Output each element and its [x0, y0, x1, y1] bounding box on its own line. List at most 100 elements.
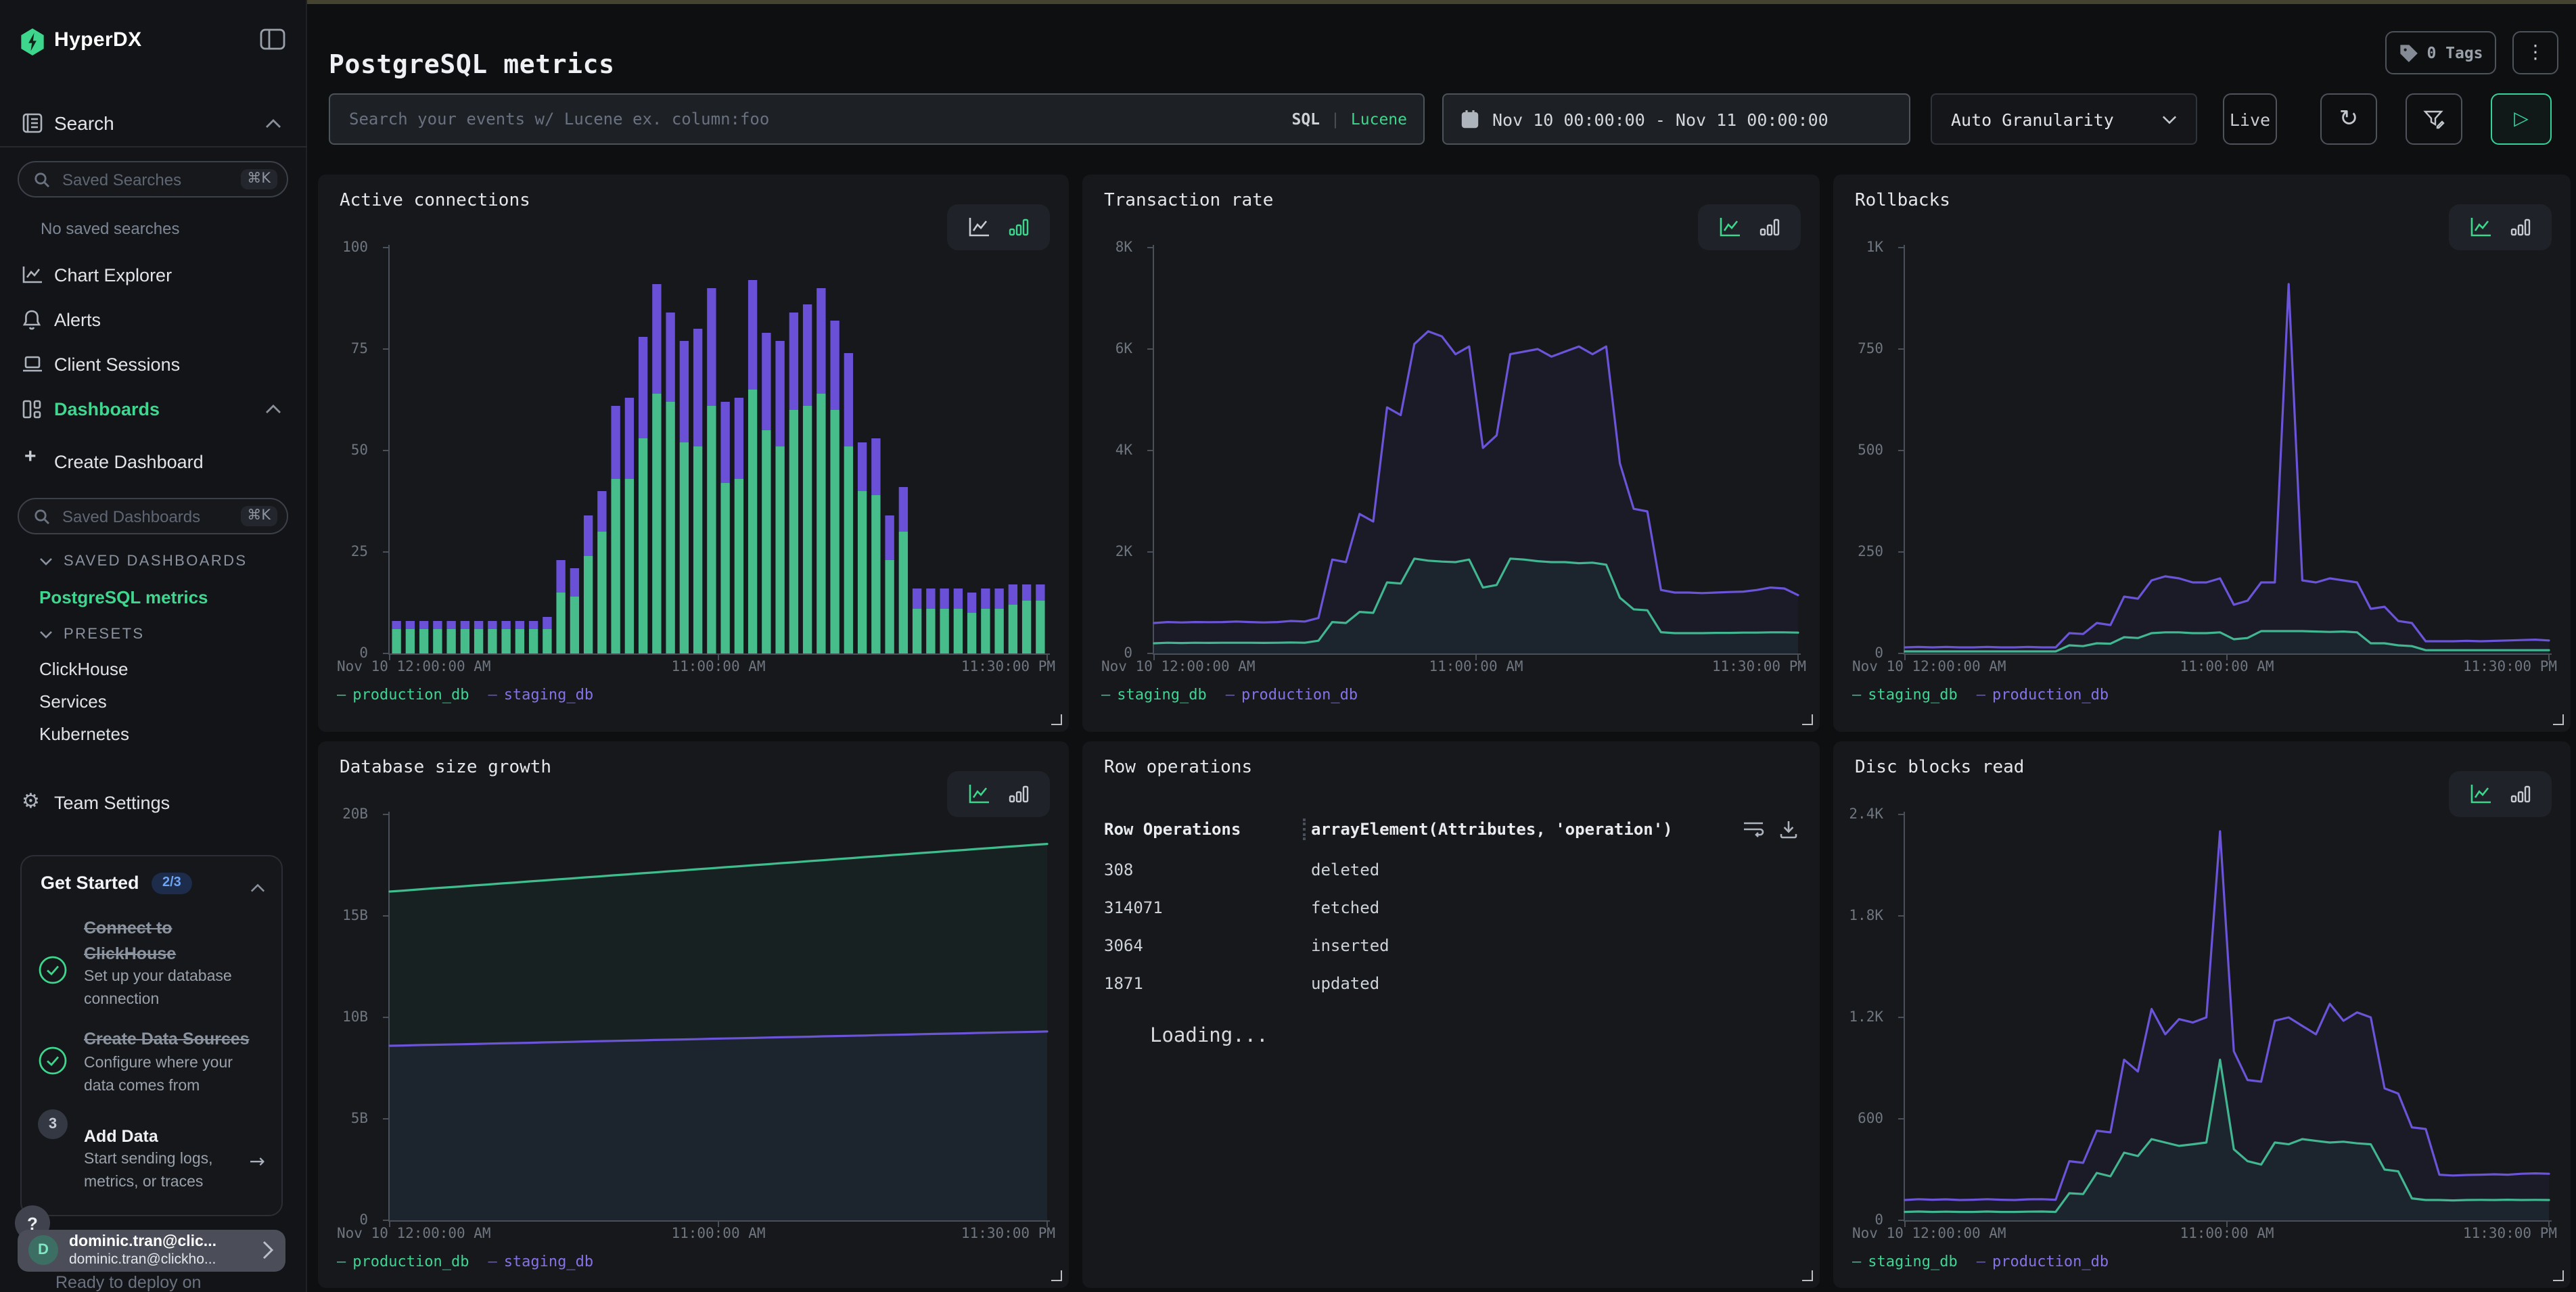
filter-button[interactable]	[2406, 93, 2462, 145]
get-started-step-title[interactable]: Add Data	[84, 1124, 268, 1150]
legend-item-staging_db[interactable]: —staging_db	[488, 1253, 593, 1270]
resize-handle[interactable]	[2553, 1270, 2564, 1281]
row-label: updated	[1311, 974, 1379, 993]
bar-chart-toggle-icon[interactable]	[1759, 216, 1780, 238]
date-range-picker[interactable]: Nov 10 00:00:00 - Nov 11 00:00:00	[1442, 93, 1910, 145]
legend-item-staging_db[interactable]: —staging_db	[1852, 1253, 1958, 1270]
shortcut-badge: ⌘K	[240, 507, 277, 526]
tags-button[interactable]: 0 Tags	[2385, 31, 2496, 74]
x-axis-tick-label: 11:00:00 AM	[2180, 1226, 2274, 1242]
granularity-select[interactable]: Auto Granularity	[1931, 93, 2197, 145]
more-options-button[interactable]: ⋮	[2512, 31, 2558, 74]
resize-handle[interactable]	[1051, 714, 1062, 725]
sidebar-item-alerts[interactable]: Alerts	[0, 304, 307, 334]
check-circle-icon	[38, 955, 68, 985]
sidebar-item-client-sessions[interactable]: Client Sessions	[0, 349, 307, 379]
x-axis-tick-label: 11:30:00 PM	[2463, 1226, 2557, 1242]
wrap-text-icon[interactable]	[1743, 820, 1764, 839]
line-chart-toggle-icon[interactable]	[967, 216, 992, 238]
legend-item-production_db[interactable]: —production_db	[337, 1253, 469, 1270]
get-started-step-title[interactable]: Connect toClickHouse	[84, 916, 268, 967]
check-circle-icon	[38, 1046, 68, 1076]
live-button[interactable]: Live	[2223, 93, 2277, 145]
chart-plot[interactable]	[379, 806, 1050, 1231]
saved-dashboards-section-header[interactable]: SAVED DASHBOARDS	[39, 553, 248, 570]
download-icon[interactable]	[1779, 820, 1798, 839]
sidebar-item-search[interactable]: Search	[0, 106, 307, 141]
sidebar-item-chart-explorer[interactable]: Chart Explorer	[0, 260, 307, 290]
dashboard-item-postgresql-metrics[interactable]: PostgreSQL metrics	[39, 587, 208, 607]
preset-item-services[interactable]: Services	[39, 691, 107, 712]
get-started-step-title[interactable]: Create Data Sources	[84, 1027, 268, 1053]
refresh-button[interactable]: ↻	[2320, 93, 2377, 145]
legend-item-staging_db[interactable]: —staging_db	[1852, 686, 1958, 703]
line-chart-toggle-icon[interactable]	[967, 783, 992, 805]
table-row[interactable]: 314071 fetched	[1104, 890, 1801, 928]
legend-item-staging_db[interactable]: —staging_db	[1101, 686, 1207, 703]
column-header[interactable]: arrayElement(Attributes, 'operation')	[1311, 820, 1673, 839]
x-axis-tick-label: Nov 10 12:00:00 AM	[337, 659, 491, 675]
x-axis-tick-label: Nov 10 12:00:00 AM	[1101, 659, 1256, 675]
x-axis-tick-label: 11:30:00 PM	[961, 1226, 1055, 1242]
panel-rollbacks: Rollbacks 02505007501K Nov 10 12:00:00 A…	[1833, 175, 2571, 732]
y-axis-tick-label: 1.2K	[1833, 1009, 1883, 1025]
sidebar-item-dashboards[interactable]: Dashboards	[0, 394, 307, 423]
legend-item-production_db[interactable]: —production_db	[1226, 686, 1358, 703]
event-search-input[interactable]	[346, 108, 1291, 130]
chart-plot[interactable]	[1894, 239, 2552, 664]
saved-searches-field[interactable]	[60, 168, 240, 190]
collapse-sidebar-icon[interactable]	[260, 28, 285, 57]
legend-item-production_db[interactable]: —production_db	[1977, 686, 2109, 703]
chart-plot[interactable]	[1143, 239, 1801, 664]
chevron-up-icon[interactable]	[265, 404, 281, 413]
preset-item-clickhouse[interactable]: ClickHouse	[39, 659, 129, 679]
resize-handle[interactable]	[2553, 714, 2564, 725]
bar-chart-toggle-icon[interactable]	[1008, 783, 1030, 805]
bar-chart-toggle-icon[interactable]	[2510, 216, 2531, 238]
line-chart-toggle-icon[interactable]	[2469, 216, 2493, 238]
refresh-icon: ↻	[2339, 106, 2359, 133]
calendar-icon	[1461, 110, 1479, 129]
user-profile-chip[interactable]: D dominic.tran@clic... dominic.tran@clic…	[18, 1230, 285, 1272]
bar-chart-toggle-icon[interactable]	[2510, 783, 2531, 805]
table-row[interactable]: 3064 inserted	[1104, 928, 1801, 966]
y-axis-tick-label: 500	[1833, 442, 1883, 459]
chart-plot[interactable]	[379, 239, 1050, 664]
get-started-card: Get Started 2/3 Connect toClickHouse Set…	[20, 855, 283, 1216]
legend-item-production_db[interactable]: —production_db	[337, 686, 469, 703]
column-header[interactable]: Row Operations	[1104, 820, 1241, 839]
resize-handle[interactable]	[1051, 1270, 1062, 1281]
chart-line-icon	[22, 265, 43, 284]
lucene-toggle[interactable]: Lucene	[1351, 110, 1407, 129]
resize-handle[interactable]	[1802, 1270, 1813, 1281]
sidebar-item-label: Alerts	[54, 309, 101, 329]
run-query-button[interactable]: ▷	[2491, 93, 2552, 145]
table-row[interactable]: 1871 updated	[1104, 966, 1801, 1004]
saved-searches-input[interactable]: ⌘K	[18, 161, 288, 198]
chart-database-size-growth: 05B10B15B20B Nov 10 12:00:00 AM11:00:00 …	[318, 741, 1069, 1288]
sql-toggle[interactable]: SQL	[1291, 110, 1320, 129]
event-search-bar[interactable]: SQL | Lucene	[329, 93, 1425, 145]
saved-dashboards-field[interactable]	[60, 505, 240, 527]
arrow-right-icon[interactable]: →	[250, 1151, 265, 1173]
chevron-up-icon[interactable]	[265, 118, 281, 128]
column-resize-handle[interactable]	[1303, 818, 1306, 840]
chart-plot[interactable]	[1894, 806, 2552, 1231]
row-value: 314071	[1104, 898, 1163, 917]
legend-item-production_db[interactable]: —production_db	[1977, 1253, 2109, 1270]
y-axis-tick-label: 10B	[318, 1009, 368, 1025]
table-row[interactable]: 308 deleted	[1104, 852, 1801, 890]
panel-title: Active connections	[340, 191, 530, 211]
hyperdx-logo-icon	[19, 27, 46, 57]
create-dashboard-button[interactable]: + Create Dashboard	[0, 448, 307, 475]
sidebar-item-team-settings[interactable]: ⚙ Team Settings	[0, 787, 307, 817]
presets-section-header[interactable]: PRESETS	[39, 626, 145, 643]
chevron-up-icon[interactable]	[250, 875, 265, 900]
line-chart-toggle-icon[interactable]	[1718, 216, 1743, 238]
line-chart-toggle-icon[interactable]	[2469, 783, 2493, 805]
bar-chart-toggle-icon[interactable]	[1008, 216, 1030, 238]
legend-item-staging_db[interactable]: —staging_db	[488, 686, 593, 703]
preset-item-kubernetes[interactable]: Kubernetes	[39, 724, 129, 744]
resize-handle[interactable]	[1802, 714, 1813, 725]
saved-dashboards-input[interactable]: ⌘K	[18, 498, 288, 534]
